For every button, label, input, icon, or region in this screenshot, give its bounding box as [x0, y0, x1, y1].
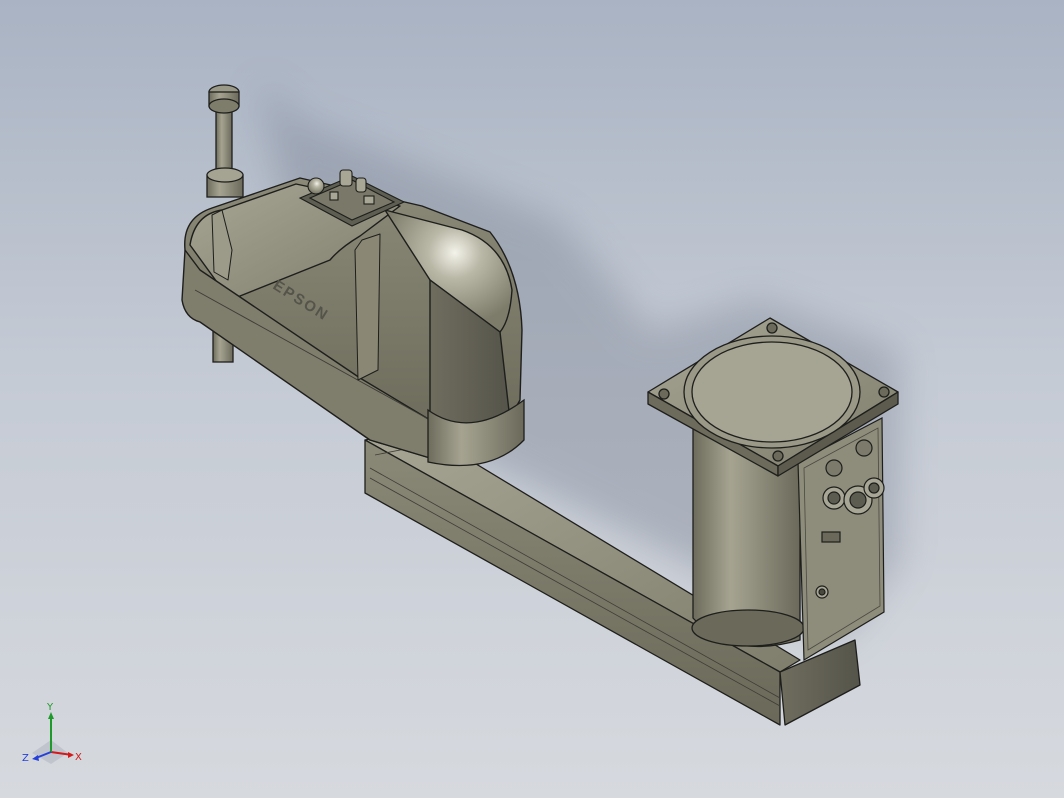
x-axis-label: X [75, 752, 82, 763]
coordinate-triad[interactable]: X Y Z [18, 700, 88, 770]
robot-model-render[interactable]: EPSON [0, 0, 1064, 798]
y-axis-label: Y [46, 702, 54, 713]
3d-viewport[interactable]: EPSON X Y Z [0, 0, 1064, 798]
z-axis-label: Z [22, 753, 29, 764]
